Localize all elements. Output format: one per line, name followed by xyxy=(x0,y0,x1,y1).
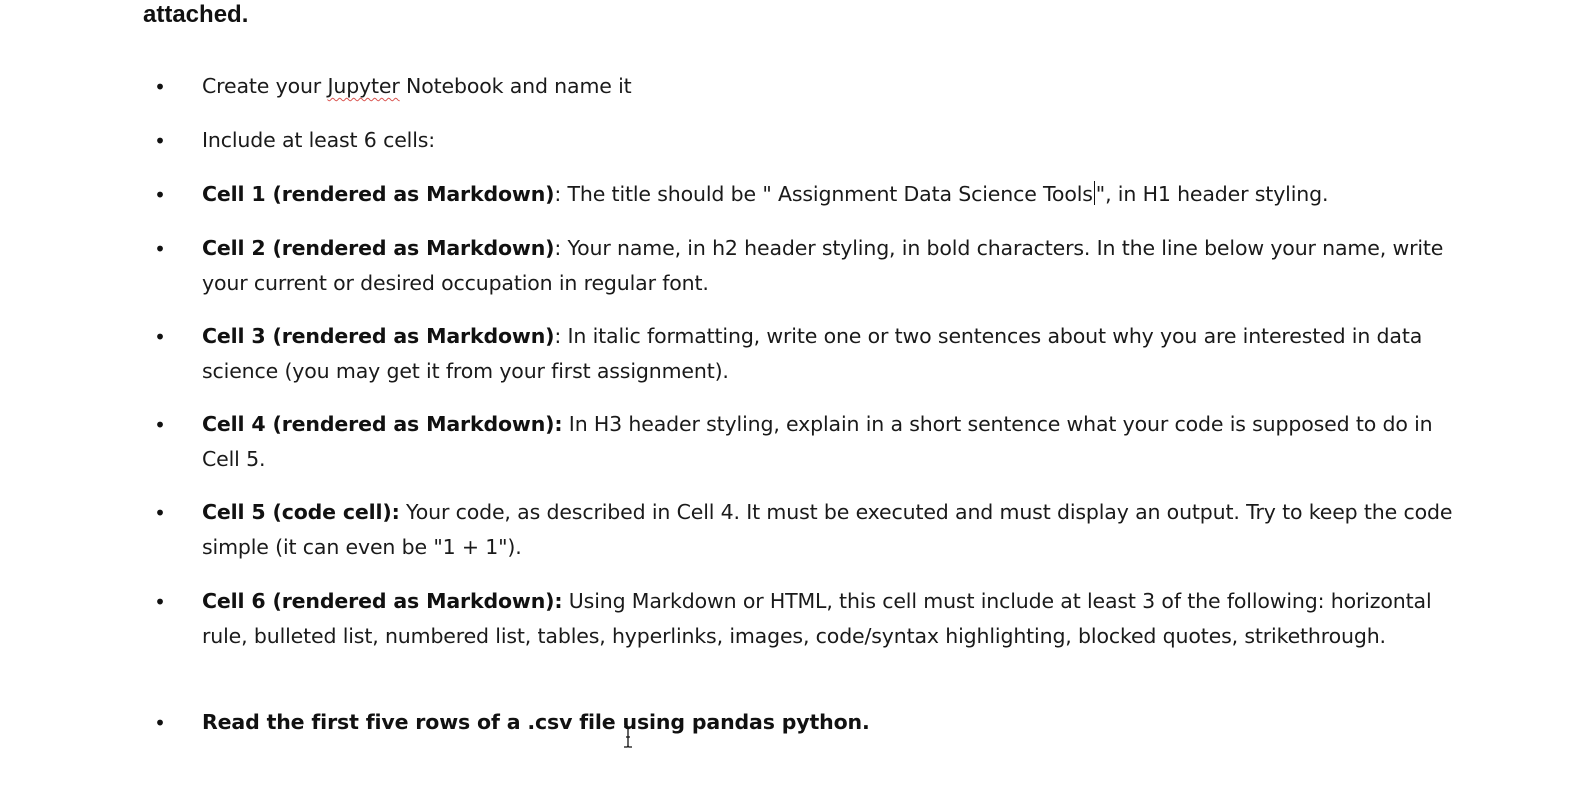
list-item-text[interactable]: Create your Jupyter Notebook and name it xyxy=(202,69,1462,104)
list-item-text[interactable]: Cell 3 (rendered as Markdown): In italic… xyxy=(202,319,1462,388)
bullet-icon: • xyxy=(154,413,166,437)
bullet-icon: • xyxy=(154,325,166,349)
list-item-text[interactable]: Cell 6 (rendered as Markdown): Using Mar… xyxy=(202,584,1462,653)
list-item-text[interactable]: Cell 4 (rendered as Markdown): In H3 hea… xyxy=(202,407,1462,476)
ibeam-cursor-icon xyxy=(624,726,632,748)
item-text-plain-2: Notebook and name it xyxy=(399,74,632,98)
item-label-bold: Cell 4 (rendered as Markdown): xyxy=(202,412,563,436)
list-item-text[interactable]: Cell 2 (rendered as Markdown): Your name… xyxy=(202,231,1462,300)
list-item-text[interactable]: Cell 1 (rendered as Markdown): The title… xyxy=(202,177,1462,212)
document-page: attached. • Create your Jupyter Notebook… xyxy=(0,0,1585,785)
item-text-plain: Create your xyxy=(202,74,328,98)
bullet-icon: • xyxy=(154,75,166,99)
text-caret-icon xyxy=(1093,181,1095,205)
item-label-bold: Cell 1 (rendered as Markdown) xyxy=(202,182,555,206)
bullet-icon: • xyxy=(154,590,166,614)
item-text-plain: : The title should be " Assignment Data … xyxy=(554,182,1093,206)
bullet-icon: • xyxy=(154,237,166,261)
bullet-icon: • xyxy=(154,501,166,525)
item-label-bold: Cell 2 (rendered as Markdown) xyxy=(202,236,555,260)
section-heading: attached. xyxy=(143,1,249,28)
item-label-bold: Cell 6 (rendered as Markdown): xyxy=(202,589,563,613)
list-item-text[interactable]: Cell 5 (code cell): Your code, as descri… xyxy=(202,495,1462,564)
item-label-bold: Cell 5 (code cell): xyxy=(202,500,400,524)
bullet-icon: • xyxy=(154,129,166,153)
item-label-bold: Cell 3 (rendered as Markdown) xyxy=(202,324,555,348)
bullet-icon: • xyxy=(154,183,166,207)
list-item-text[interactable]: Read the first five rows of a .csv file … xyxy=(202,705,1462,740)
bullet-icon: • xyxy=(154,711,166,735)
item-label-bold: Read the first five rows of a .csv file … xyxy=(202,710,870,734)
list-item-text[interactable]: Include at least 6 cells: xyxy=(202,123,1462,158)
misspelled-word[interactable]: Jupyter xyxy=(327,74,399,98)
item-text-plain-2: ", in H1 header styling. xyxy=(1095,182,1329,206)
item-text-plain: Include at least 6 cells: xyxy=(202,128,436,152)
